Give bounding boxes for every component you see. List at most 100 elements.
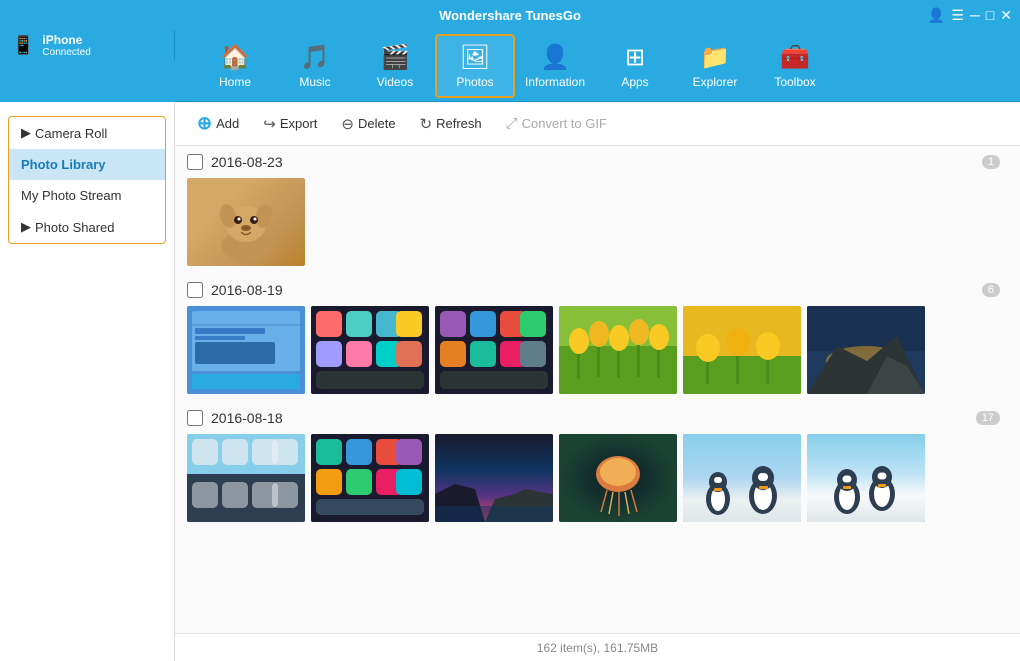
- nav-apps[interactable]: ⊞ Apps: [595, 34, 675, 98]
- arrow-icon-2: ▶: [21, 219, 31, 235]
- photos-icon: 🖼: [460, 43, 490, 72]
- group-count-2016-08-18: 17: [976, 411, 1000, 425]
- user-icon[interactable]: 👤: [928, 7, 945, 24]
- photo-grid-2016-08-18: [187, 434, 1008, 522]
- refresh-icon: ↻: [420, 115, 433, 133]
- nav-videos-label: Videos: [377, 75, 413, 89]
- photo-ios-screen1[interactable]: [187, 434, 305, 522]
- refresh-button[interactable]: ↻ Refresh: [410, 110, 492, 138]
- nav-toolbox-label: Toolbox: [774, 75, 815, 89]
- sidebar-item-photo-shared[interactable]: ▶ Photo Shared: [9, 211, 165, 243]
- group-header-2016-08-23: 2016-08-23 1: [187, 154, 1008, 170]
- convert-label: Convert to GIF: [522, 116, 607, 131]
- photo-group-2016-08-19: 2016-08-19 6: [187, 282, 1008, 394]
- group-checkbox-2016-08-19[interactable]: [187, 282, 203, 298]
- explorer-icon: 📁: [700, 43, 730, 72]
- photo-tulips-yellow2[interactable]: [683, 306, 801, 394]
- sidebar-photo-shared-label: Photo Shared: [35, 220, 115, 235]
- photo-ios-screen2[interactable]: [311, 434, 429, 522]
- convert-icon: ⤢: [506, 115, 518, 132]
- group-date-2016-08-19: 2016-08-19: [211, 282, 283, 298]
- device-header: 📱 iPhone Connected: [0, 30, 175, 60]
- screenshot-blue-image: [187, 306, 305, 394]
- nav-information-label: Information: [525, 75, 585, 89]
- sidebar-item-my-photo-stream[interactable]: My Photo Stream: [9, 180, 165, 211]
- photo-tulips-yellow[interactable]: [559, 306, 677, 394]
- group-header-2016-08-18: 2016-08-18 17: [187, 410, 1008, 426]
- add-button[interactable]: ⊕ Add: [187, 108, 249, 139]
- sidebar-my-photo-stream-label: My Photo Stream: [21, 188, 121, 203]
- photo-mountain[interactable]: [807, 306, 925, 394]
- photo-icons-purple[interactable]: [435, 306, 553, 394]
- device-status: Connected: [42, 47, 90, 58]
- sidebar-camera-roll-label: Camera Roll: [35, 126, 107, 141]
- ios-screen1-image: [187, 434, 305, 522]
- nav-music-label: Music: [299, 75, 330, 89]
- nav-videos[interactable]: 🎬 Videos: [355, 34, 435, 98]
- sunset-image: [435, 434, 553, 522]
- arrow-icon: ▶: [21, 125, 31, 141]
- sidebar-photo-library-label: Photo Library: [21, 157, 106, 172]
- information-icon: 👤: [540, 43, 570, 72]
- nav-toolbox[interactable]: 🧰 Toolbox: [755, 34, 835, 98]
- close-icon[interactable]: ✕: [1000, 7, 1012, 24]
- navbar: 🏠 Home 🎵 Music 🎬 Videos 🖼 Photos 👤 Infor…: [175, 30, 1020, 102]
- device-icon: 📱: [12, 35, 34, 56]
- ios-screen2-image: [311, 434, 429, 522]
- tulips-yellow2-image: [683, 306, 801, 394]
- apps-icon: ⊞: [625, 43, 645, 72]
- group-date-2016-08-23: 2016-08-23: [211, 154, 283, 170]
- toolbar: ⊕ Add ↪ Export ⊖ Delete ↻ Refresh ⤢ Conv…: [175, 102, 1020, 146]
- nav-home-label: Home: [219, 75, 251, 89]
- photo-jellyfish[interactable]: [559, 434, 677, 522]
- delete-label: Delete: [358, 116, 396, 131]
- nav-photos[interactable]: 🖼 Photos: [435, 34, 515, 98]
- photo-screenshot-blue[interactable]: [187, 306, 305, 394]
- videos-icon: 🎬: [380, 43, 410, 72]
- maximize-icon[interactable]: □: [986, 7, 994, 23]
- mountain-image: [807, 306, 925, 394]
- icons-purple-image: [435, 306, 553, 394]
- convert-to-gif-button[interactable]: ⤢ Convert to GIF: [496, 110, 617, 137]
- main-layout: ▶ Camera Roll Photo Library My Photo Str…: [0, 102, 1020, 661]
- photo-grid-2016-08-19: [187, 306, 1008, 394]
- photo-grid-2016-08-23: [187, 178, 1008, 266]
- group-count-2016-08-23: 1: [982, 155, 1000, 169]
- sidebar-item-photo-library[interactable]: Photo Library: [9, 149, 165, 180]
- photo-penguins1[interactable]: [683, 434, 801, 522]
- titlebar: Wondershare TunesGo 👤 ☰ ─ □ ✕: [0, 0, 1020, 30]
- photo-icons-red[interactable]: [311, 306, 429, 394]
- add-icon: ⊕: [197, 113, 212, 134]
- group-checkbox-2016-08-23[interactable]: [187, 154, 203, 170]
- menu-icon[interactable]: ☰: [951, 7, 964, 24]
- home-icon: 🏠: [220, 43, 250, 72]
- nav-explorer[interactable]: 📁 Explorer: [675, 34, 755, 98]
- group-header-2016-08-19: 2016-08-19 6: [187, 282, 1008, 298]
- photo-penguins2[interactable]: [807, 434, 925, 522]
- nav-explorer-label: Explorer: [693, 75, 738, 89]
- status-text: 162 item(s), 161.75MB: [537, 641, 658, 655]
- music-icon: 🎵: [300, 43, 330, 72]
- export-button[interactable]: ↪ Export: [253, 110, 327, 138]
- nav-music[interactable]: 🎵 Music: [275, 34, 355, 98]
- sidebar-item-camera-roll[interactable]: ▶ Camera Roll: [9, 117, 165, 149]
- content-area: ⊕ Add ↪ Export ⊖ Delete ↻ Refresh ⤢ Conv…: [175, 102, 1020, 661]
- refresh-label: Refresh: [436, 116, 482, 131]
- nav-home[interactable]: 🏠 Home: [195, 34, 275, 98]
- group-count-2016-08-19: 6: [982, 283, 1000, 297]
- window-controls: 👤 ☰ ─ □ ✕: [928, 7, 1012, 24]
- delete-button[interactable]: ⊖ Delete: [331, 110, 405, 138]
- photo-dog[interactable]: [187, 178, 305, 266]
- minimize-icon[interactable]: ─: [970, 7, 980, 23]
- device-name: iPhone: [42, 33, 90, 47]
- nav-information[interactable]: 👤 Information: [515, 34, 595, 98]
- toolbox-icon: 🧰: [780, 43, 810, 72]
- group-date-2016-08-18: 2016-08-18: [211, 410, 283, 426]
- group-checkbox-2016-08-18[interactable]: [187, 410, 203, 426]
- photo-sunset[interactable]: [435, 434, 553, 522]
- photo-area[interactable]: 2016-08-23 1: [175, 146, 1020, 633]
- delete-icon: ⊖: [341, 115, 354, 133]
- dog-image: [201, 194, 291, 264]
- device-info: iPhone Connected: [42, 33, 90, 58]
- app-title: Wondershare TunesGo: [439, 8, 581, 23]
